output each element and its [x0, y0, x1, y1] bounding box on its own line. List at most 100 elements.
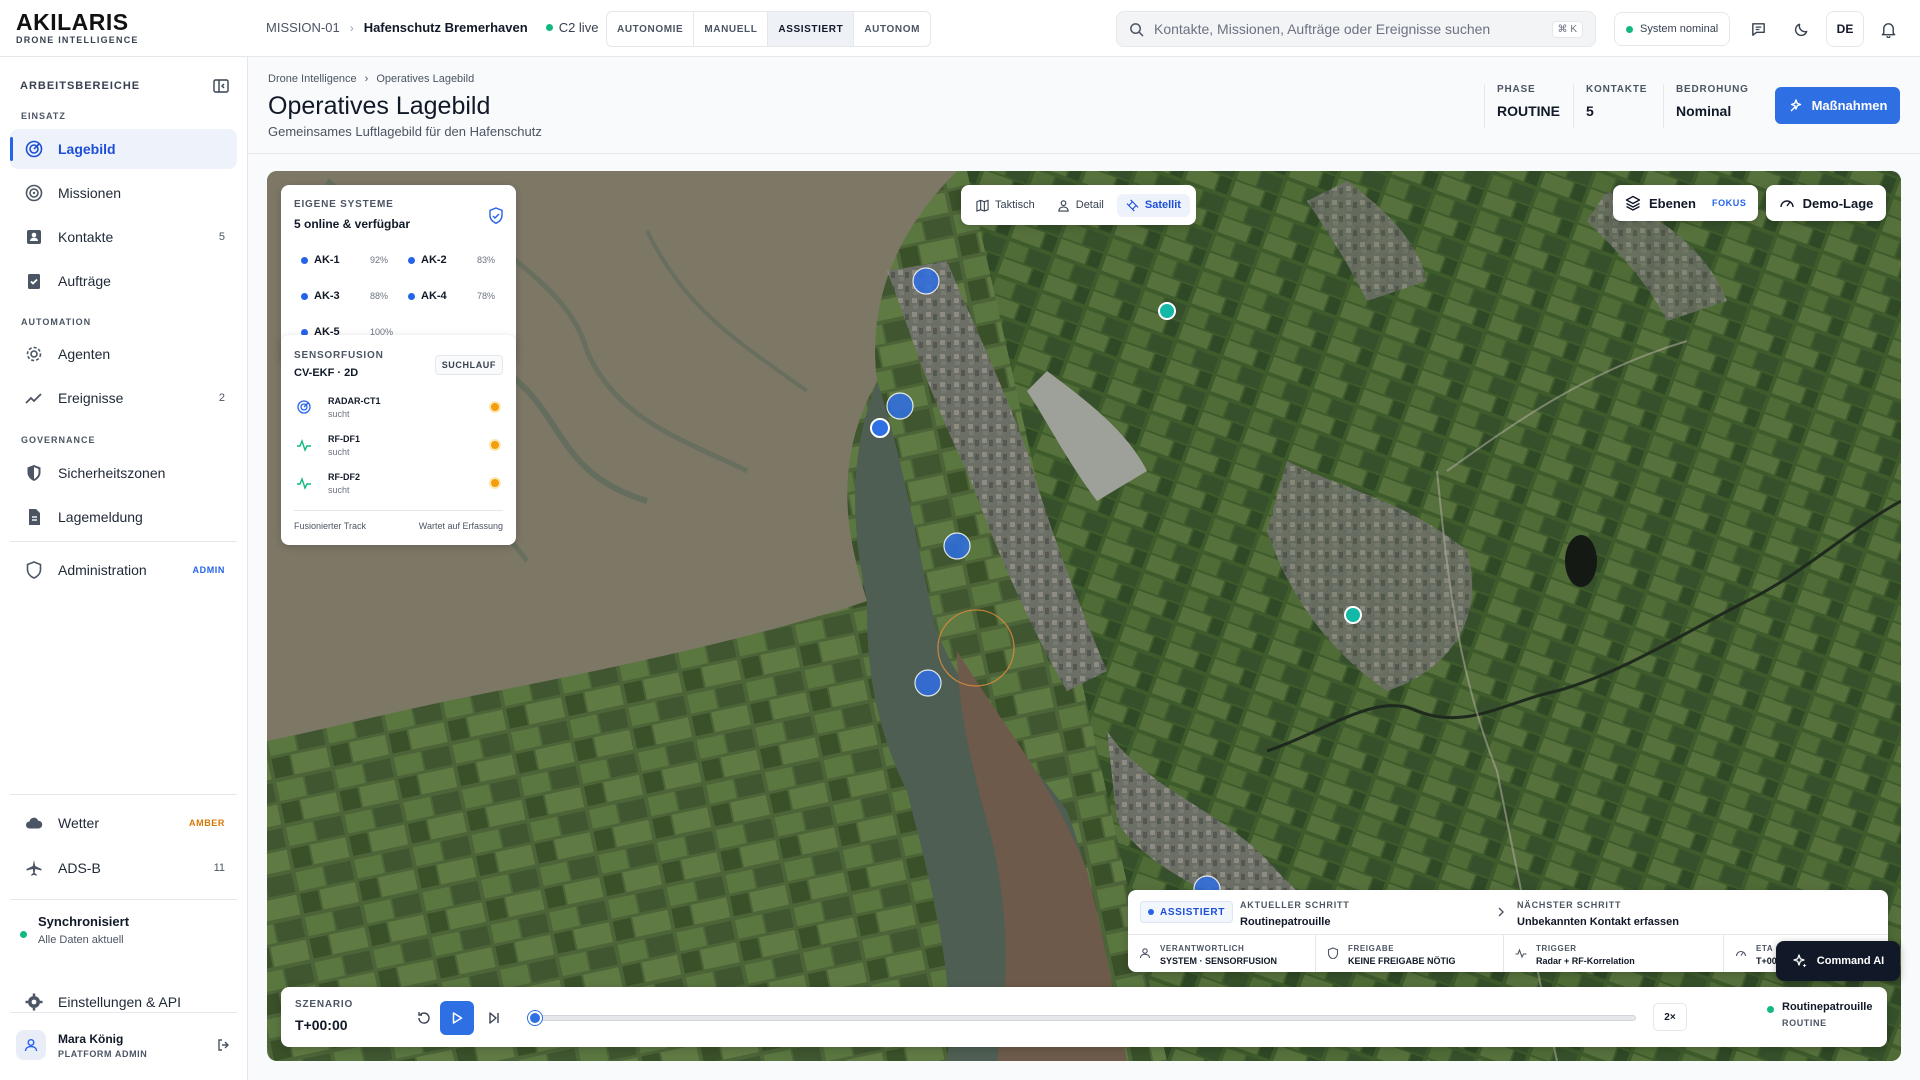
command-ai-button[interactable]: Command AI — [1776, 941, 1900, 981]
brand-logo[interactable]: AKILARIS DRONE INTELLIGENCE — [16, 10, 139, 46]
stat-label: KONTAKTE — [1586, 84, 1648, 95]
view-satellit[interactable]: Satellit — [1116, 193, 1190, 217]
page-subtitle: Gemeinsames Luftlagebild für den Hafensc… — [268, 124, 542, 139]
stat-value: Nominal — [1676, 103, 1732, 119]
detail-verantwortlich: VERANTWORTLICH SYSTEM · SENSORFUSION — [1128, 935, 1316, 972]
play-button[interactable] — [440, 1001, 474, 1035]
detail-label: TRIGGER — [1536, 944, 1577, 953]
language-switch[interactable]: DE — [1826, 11, 1864, 47]
mission-id[interactable]: MISSION-01 — [266, 20, 340, 35]
brand-name: AKILARIS — [16, 9, 129, 35]
system-status-badge[interactable]: System nominal — [1614, 12, 1731, 46]
sidebar-item-ereignisse[interactable]: Ereignisse 2 — [10, 378, 237, 418]
breadcrumb-root[interactable]: Drone Intelligence — [268, 73, 357, 85]
layers-icon — [1625, 195, 1641, 211]
sensor-status-dot-icon — [491, 403, 499, 411]
sensor-state: sucht — [328, 446, 350, 457]
sidebar-item-label: Kontakte — [58, 229, 114, 245]
user-icon — [24, 1039, 38, 1052]
unit-battery: 92% — [370, 255, 389, 265]
layers-button[interactable]: Ebenen FOKUS — [1613, 185, 1759, 221]
current-step: AKTUELLER SCHRITT Routinepatrouille — [1240, 900, 1350, 928]
system-status-label: System nominal — [1640, 23, 1719, 35]
stat-phase: PHASE ROUTINE — [1484, 84, 1560, 128]
sidebar-item-agenten[interactable]: Agenten — [10, 334, 237, 374]
collapse-sidebar-icon[interactable] — [212, 77, 230, 95]
sensor-radar-ct1[interactable]: RADAR-CT1 sucht — [294, 390, 503, 424]
user-profile[interactable]: Mara König PLATFORM ADMIN — [16, 1025, 232, 1065]
unit-ak-3[interactable]: AK-3 88% — [301, 290, 388, 302]
gear-icon — [26, 346, 42, 362]
logout-icon[interactable] — [216, 1037, 232, 1053]
sidebar-divider — [10, 541, 237, 542]
unit-status-dot-icon — [408, 256, 415, 264]
document-icon — [29, 509, 40, 525]
own-systems-summary: 5 online & verfügbar — [294, 217, 411, 231]
sidebar-item-adsb[interactable]: ADS-B 11 — [10, 848, 237, 888]
chevron-right-icon: › — [364, 73, 369, 85]
sidebar-item-lagebild[interactable]: Lagebild — [10, 129, 237, 169]
sidebar-item-lagemeldung[interactable]: Lagemeldung — [10, 497, 237, 537]
settings-link[interactable]: Einstellungen & API — [10, 982, 237, 1022]
moon-icon[interactable] — [1785, 13, 1817, 45]
sidebar-item-missionen[interactable]: Missionen — [10, 173, 237, 213]
sensor-rf-df1[interactable]: RF-DF1 sucht — [294, 428, 503, 462]
sidebar-item-sicherheitszonen[interactable]: Sicherheitszonen — [10, 453, 237, 493]
bell-icon[interactable] — [1872, 13, 1904, 45]
timeline-handle[interactable] — [528, 1011, 542, 1025]
clipboard-check-icon — [28, 274, 40, 289]
shield-icon — [26, 561, 42, 579]
stat-label: BEDROHUNG — [1676, 84, 1749, 95]
mode-assistiert[interactable]: ASSISTIERT — [768, 12, 855, 46]
user-icon — [1139, 948, 1151, 959]
radar-icon — [25, 140, 43, 158]
scenario-phase-tag: ROUTINE — [1782, 1018, 1827, 1028]
shield-half-icon — [27, 465, 41, 481]
unit-ak-2[interactable]: AK-2 83% — [408, 254, 495, 266]
unit-ak-1[interactable]: AK-1 92% — [301, 254, 388, 266]
demo-scenario-button[interactable]: Demo-Lage — [1766, 185, 1886, 221]
sidebar-item-kontakte[interactable]: Kontakte 5 — [10, 217, 237, 257]
sidebar-divider — [10, 899, 237, 900]
mode-manuell[interactable]: MANUELL — [694, 12, 769, 46]
site-name[interactable]: Hafenschutz Bremerhaven — [364, 20, 528, 35]
sensor-rf-df2[interactable]: RF-DF2 sucht — [294, 466, 503, 500]
sync-title: Synchronisiert — [38, 914, 130, 929]
message-icon[interactable] — [1742, 13, 1774, 45]
sync-status: Synchronisiert Alle Daten aktuell — [20, 914, 129, 946]
detail-label: VERANTWORTLICH — [1160, 944, 1245, 953]
autonomy-mode-switch: AUTONOMIE MANUELL ASSISTIERT AUTONOM — [606, 11, 932, 47]
command-ai-label: Command AI — [1816, 955, 1885, 967]
view-taktisch[interactable]: Taktisch — [967, 194, 1044, 217]
scenario-label: SZENARIO — [295, 999, 354, 1010]
sidebar-item-administration[interactable]: Administration ADMIN — [10, 550, 237, 590]
fused-track-status: Wartet auf Erfassung — [418, 521, 503, 531]
skip-forward-button[interactable] — [477, 1001, 511, 1035]
play-icon — [452, 1012, 463, 1024]
current-step-label: AKTUELLER SCHRITT — [1240, 900, 1350, 910]
sidebar-item-auftraege[interactable]: Aufträge — [10, 261, 237, 301]
speed-button[interactable]: 2× — [1653, 1003, 1687, 1031]
reset-button[interactable] — [407, 1001, 441, 1035]
sidebar-item-wetter[interactable]: Wetter AMBER — [10, 803, 237, 843]
radar-icon — [294, 397, 314, 417]
sidebar: ARBEITSBEREICHE EINSATZ Lagebild Mission… — [0, 57, 248, 1080]
detail-value: SYSTEM · SENSORFUSION — [1160, 956, 1278, 966]
massnahmen-button[interactable]: Maßnahmen — [1775, 87, 1900, 124]
admin-tag: ADMIN — [192, 565, 225, 575]
brand-tagline: DRONE INTELLIGENCE — [16, 35, 139, 45]
scenario-timeline[interactable] — [528, 1011, 1636, 1025]
mode-autonomie[interactable]: AUTONOMIE — [607, 12, 695, 46]
unit-ak-4[interactable]: AK-4 78% — [408, 290, 495, 302]
detail-trigger: TRIGGER Radar + RF-Korrelation — [1504, 935, 1724, 972]
sensor-name: RF-DF2 — [328, 471, 360, 482]
mode-autonom[interactable]: AUTONOM — [854, 12, 930, 46]
sensor-state: sucht — [328, 484, 350, 495]
situation-map[interactable]: EIGENE SYSTEME 5 online & verfügbar AK-1… — [267, 171, 1901, 1061]
search-input[interactable] — [1154, 21, 1542, 37]
view-detail[interactable]: Detail — [1048, 194, 1113, 217]
detail-freigabe: FREIGABE KEINE FREIGABE NÖTIG — [1316, 935, 1504, 972]
search-shortcut: ⌘ K — [1551, 20, 1583, 38]
skip-forward-icon — [489, 1012, 499, 1024]
stat-value: ROUTINE — [1497, 103, 1560, 119]
